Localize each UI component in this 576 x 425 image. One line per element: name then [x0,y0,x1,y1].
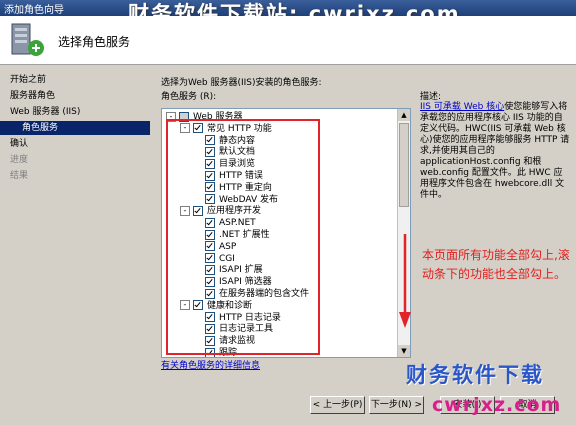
tree-label: 角色服务 (R): [161,92,217,102]
watermark-logo: 财务软件下载 [406,362,544,387]
description-panel: IIS 可承载 Web 核心使您能够写入将承载您的应用程序核心 IIS 功能的自… [420,102,570,201]
description-text: 使您能够写入将承载您的应用程序核心 IIS 功能的自定义代码。HWC(IIS 可… [420,102,570,200]
scroll-up-icon[interactable]: ▲ [398,109,410,121]
page-title: 选择角色服务 [58,35,131,49]
nav-item-confirm[interactable]: 确认 [10,137,28,151]
next-button[interactable]: 下一步(N) > [369,396,424,414]
instruction-text: 选择为Web 服务器(IIS)安装的角色服务: [161,78,322,88]
description-label: 描述: [420,92,442,102]
scroll-down-icon[interactable]: ▼ [398,345,410,357]
down-arrow-icon [399,234,411,328]
nav-item-web-server[interactable]: Web 服务器 (IIS) [10,105,80,119]
window-title: 添加角色向导 [4,5,64,16]
nav-item-server-roles[interactable]: 服务器角色 [10,89,55,103]
description-link[interactable]: IIS 可承载 Web 核心 [420,102,504,112]
watermark-site: cwrjxz.com [432,394,562,416]
scroll-thumb[interactable] [399,123,409,207]
nav-item-role-services[interactable]: 角色服务 [0,121,150,135]
wizard-header: 选择角色服务 [0,16,576,65]
nav-item-before-you-begin[interactable]: 开始之前 [10,73,46,87]
nav-item-results: 结果 [10,171,29,181]
wizard-nav: 开始之前 服务器角色 Web 服务器 (IIS) 角色服务 确认 进度 结果 [0,65,151,395]
nav-item-progress: 进度 [10,155,29,165]
more-info-link[interactable]: 有关角色服务的详细信息 [161,358,260,371]
annotation-note: 本页面所有功能全部勾上,滚动条下的功能也全部勾上。 [422,248,570,281]
prev-button[interactable]: < 上一步(P) [310,396,365,414]
highlight-box [166,119,320,355]
server-add-icon [11,23,44,56]
